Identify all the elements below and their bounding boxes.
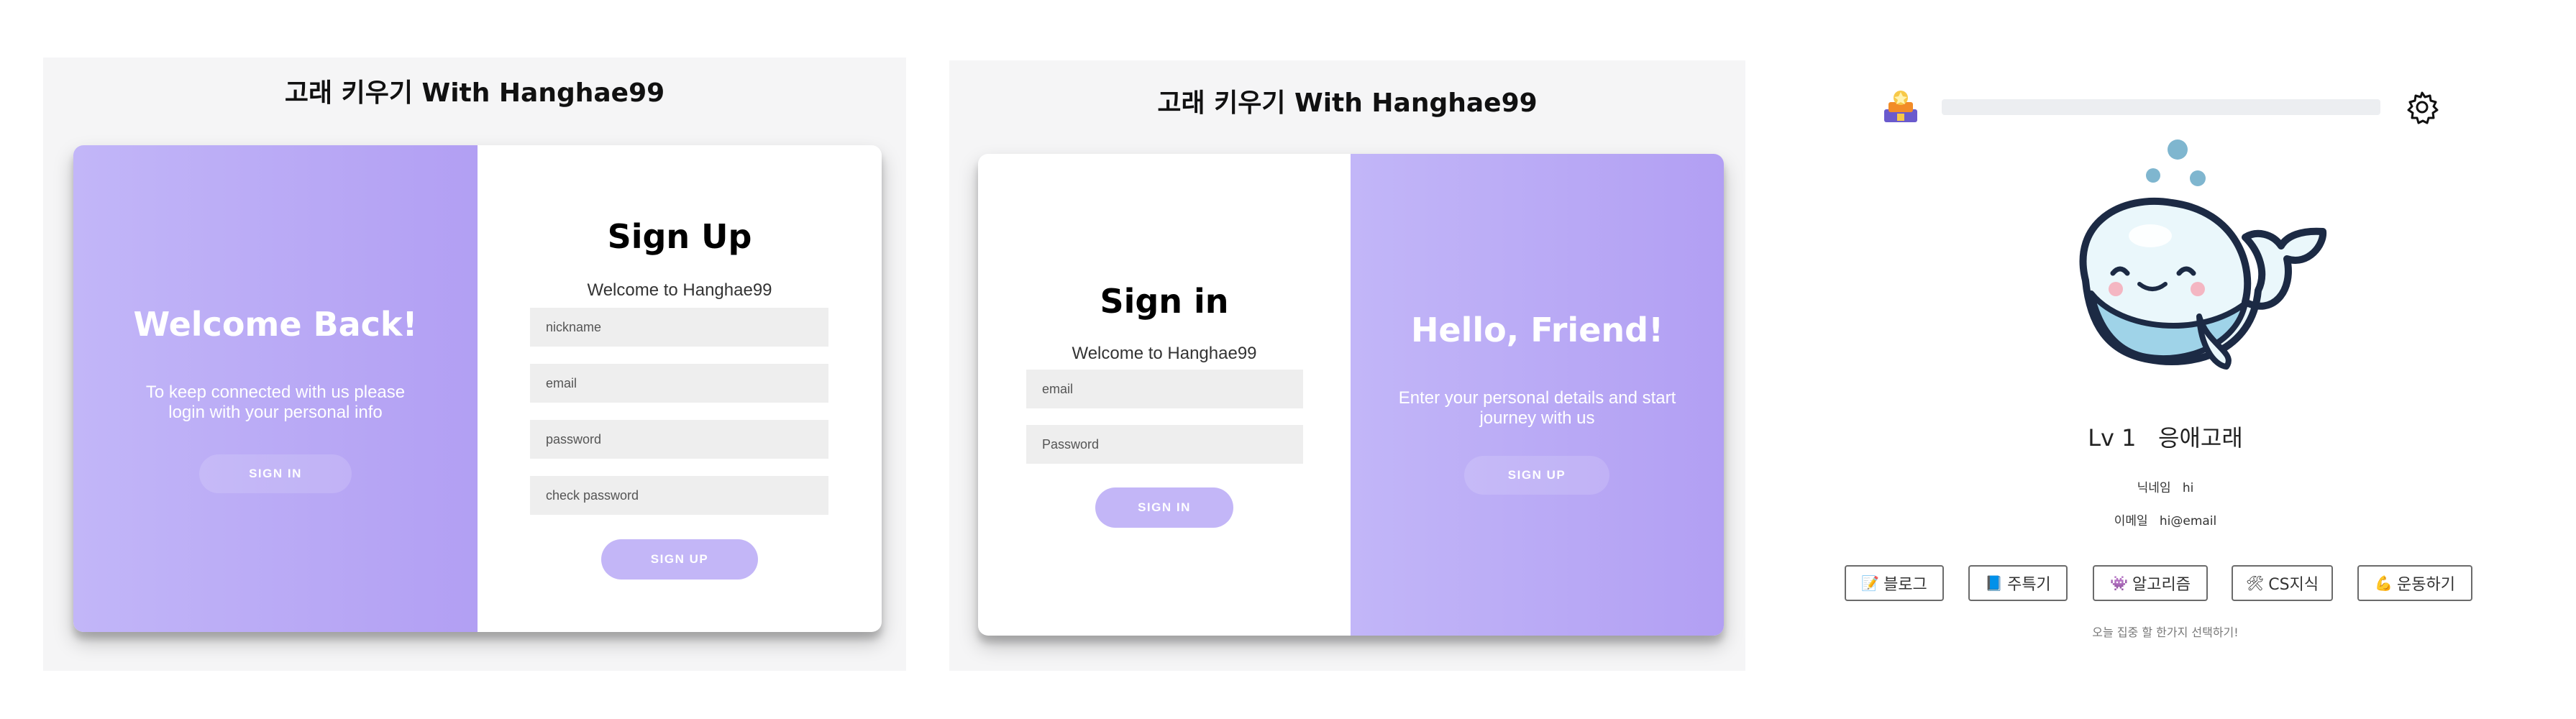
experience-progress-bar — [1942, 99, 2380, 115]
overlay-text-line2: login with your personal info — [168, 403, 383, 422]
whale-level-row: Lv 1 응애고래 — [1841, 420, 2490, 453]
level-text: Lv 1 — [2088, 424, 2137, 452]
whale-illustration — [2057, 137, 2330, 381]
footer-hint: 오늘 집중 할 한가지 선택하기! — [2092, 626, 2239, 639]
email-field[interactable] — [530, 364, 828, 403]
form-subtitle: Welcome to Hanghae99 — [1072, 344, 1257, 363]
nickname-value: hi — [2182, 481, 2194, 495]
nickname-label: 닉네임 — [2137, 481, 2171, 495]
category-algorithm-button[interactable]: 👾 알고리즘 — [2093, 565, 2208, 601]
gear-icon[interactable] — [2405, 90, 2439, 124]
alien-icon: 👾 — [2110, 574, 2128, 592]
category-label: 운동하기 — [2396, 576, 2455, 594]
overlay-text-line1: Enter your personal details and start — [1398, 388, 1676, 408]
book-icon: 📘 — [1985, 574, 2004, 592]
category-label: 블로그 — [1883, 576, 1927, 594]
sign-up-switch-button[interactable]: SIGN UP — [1464, 456, 1609, 495]
form-subtitle: Welcome to Hanghae99 — [587, 280, 772, 300]
check-password-field[interactable] — [530, 476, 828, 515]
pencil-icon: 📝 — [1861, 574, 1880, 592]
category-specialty-button[interactable]: 📘 주특기 — [1968, 565, 2068, 601]
password-field[interactable] — [1026, 425, 1303, 464]
signin-form: Sign in Welcome to Hanghae99 SIGN IN — [978, 154, 1351, 636]
flexed-arm-icon: 💪 — [2375, 574, 2393, 592]
signin-screen: 고래 키우기 With Hanghae99 Sign in Welcome to… — [949, 60, 1745, 671]
app-title: 고래 키우기 With Hanghae99 — [1157, 88, 1538, 118]
email-label: 이메일 — [2114, 514, 2148, 528]
category-cs-button[interactable]: 🛠 CS지식 — [2232, 565, 2333, 601]
nickname-row: 닉네임 hi — [1841, 477, 2490, 495]
sign-in-button[interactable]: SIGN IN — [1095, 487, 1233, 528]
sign-up-button[interactable]: SIGN UP — [601, 539, 758, 580]
signup-screen: 고래 키우기 With Hanghae99 Welcome Back! To k… — [43, 58, 906, 671]
overlay-text-line2: journey with us — [1479, 408, 1595, 428]
signup-form: Sign Up Welcome to Hanghae99 SIGN UP — [478, 145, 882, 632]
email-field[interactable] — [1026, 370, 1303, 408]
overlay-heading: Welcome Back! — [133, 305, 418, 344]
email-row: 이메일 hi@email — [1841, 510, 2490, 528]
hello-friend-overlay: Hello, Friend! Enter your personal detai… — [1351, 154, 1724, 636]
overlay-heading: Hello, Friend! — [1410, 311, 1664, 349]
email-value: hi@email — [2159, 514, 2217, 528]
nickname-field[interactable] — [530, 308, 828, 347]
trophy-icon[interactable] — [1881, 88, 1920, 125]
signin-card: Sign in Welcome to Hanghae99 SIGN IN Hel… — [978, 154, 1724, 636]
overlay-text-line1: To keep connected with us please — [145, 383, 406, 402]
welcome-back-overlay: Welcome Back! To keep connected with us … — [73, 145, 478, 632]
whale-name: 응애고래 — [2158, 424, 2243, 452]
password-field[interactable] — [530, 420, 828, 459]
app-title: 고래 키우기 With Hanghae99 — [284, 78, 665, 108]
category-label: 알고리즘 — [2132, 576, 2191, 594]
category-label: 주특기 — [2007, 576, 2051, 594]
signup-card: Welcome Back! To keep connected with us … — [73, 145, 882, 632]
profile-screen: Lv 1 응애고래 닉네임 hi 이메일 hi@email 📝 블로그 📘 주특… — [1841, 0, 2576, 719]
category-blog-button[interactable]: 📝 블로그 — [1845, 565, 1944, 601]
sign-in-switch-button[interactable]: SIGN IN — [199, 454, 352, 493]
category-label: CS지식 — [2268, 576, 2319, 594]
form-heading: Sign Up — [607, 217, 752, 256]
tools-icon: 🛠 — [2245, 574, 2265, 592]
category-workout-button[interactable]: 💪 운동하기 — [2357, 565, 2472, 601]
form-heading: Sign in — [1100, 282, 1229, 321]
